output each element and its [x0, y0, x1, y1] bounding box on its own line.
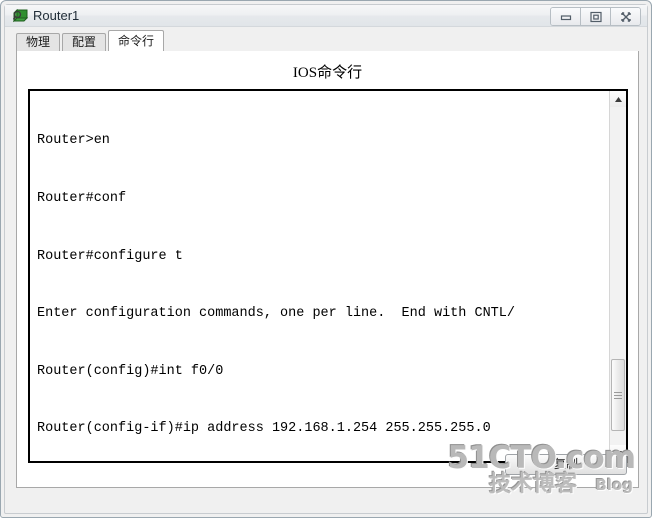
cli-panel: IOS命令行 Router>en Router#conf Router#conf…	[16, 51, 639, 488]
scrollbar-thumb[interactable]	[611, 359, 625, 431]
window-title: Router1	[33, 8, 80, 23]
terminal-line: Router(config-if)#ip address 192.168.1.2…	[37, 421, 491, 437]
terminal-output-area[interactable]: Router>en Router#conf Router#configure t…	[28, 89, 628, 463]
copy-button[interactable]: 复制	[505, 454, 627, 475]
terminal-text: Router>en Router#conf Router#configure t…	[37, 93, 622, 461]
scroll-up-button[interactable]	[610, 91, 626, 107]
router-window: Router1 物理 配置 命令行 IOS命令行 Router>en Route…	[0, 0, 652, 518]
terminal-line: Router(config)#int f0/0	[37, 363, 224, 379]
scroll-up-icon	[614, 96, 622, 102]
terminal-line: Router#conf	[37, 191, 127, 206]
close-button[interactable]	[611, 8, 640, 25]
terminal-scrollbar[interactable]	[609, 91, 626, 461]
router-device-icon	[12, 8, 29, 24]
title-bar[interactable]: Router1	[5, 5, 647, 27]
tab-physical[interactable]: 物理	[16, 33, 61, 51]
window-inner-frame: Router1 物理 配置 命令行 IOS命令行 Router>en Route…	[4, 4, 648, 514]
page-title: IOS命令行	[292, 65, 363, 81]
terminal-line: Router>en	[37, 133, 110, 149]
terminal-line: Router#configure t	[37, 248, 183, 264]
restore-icon	[589, 11, 602, 22]
window-controls	[550, 7, 641, 26]
tab-cli[interactable]: 命令行	[108, 30, 165, 51]
tab-config[interactable]: 配置	[62, 33, 107, 51]
tab-bar: 物理 配置 命令行	[5, 27, 647, 51]
maximize-button[interactable]	[581, 8, 611, 25]
terminal-line: Enter configuration commands, one per li…	[37, 306, 515, 322]
minimize-button[interactable]	[551, 8, 581, 25]
scrollbar-grip-icon	[614, 391, 622, 399]
tab-list: 物理 配置 命令行	[16, 30, 166, 51]
close-icon	[620, 11, 631, 22]
minimize-icon	[560, 15, 571, 21]
panel-bottom-bar: 复制	[17, 454, 638, 480]
